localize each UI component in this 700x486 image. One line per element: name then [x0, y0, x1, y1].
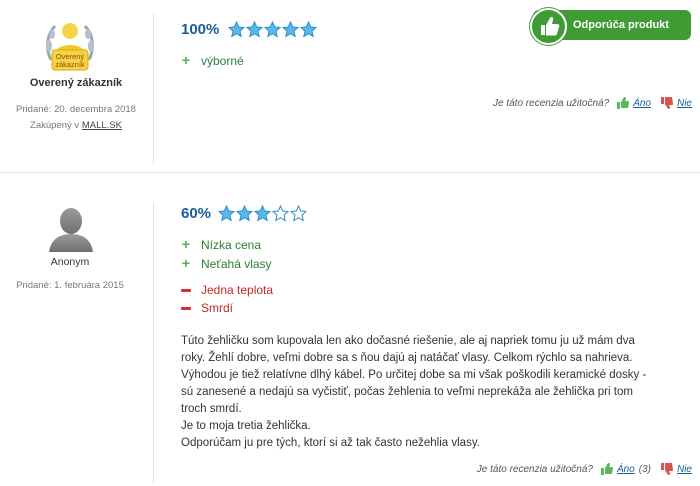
- star-filled-icon: [217, 204, 236, 222]
- star-filled-icon: [227, 20, 246, 38]
- reviewer-name: Anonym: [50, 256, 90, 268]
- con-item: Smrdí: [181, 301, 233, 315]
- review-text-line: Výhodou je tiež relatívne dlhý kábel. Po…: [181, 369, 647, 381]
- star-filled-icon: [235, 204, 254, 222]
- con-item: Jedna teplota: [181, 283, 273, 297]
- review-divider: [0, 172, 700, 173]
- plus-icon: +: [181, 236, 191, 252]
- pro-item: + Nízka cena: [181, 236, 261, 252]
- thumbs-up-icon: [530, 8, 567, 45]
- pro-item: + Neťahá vlasy: [181, 255, 272, 271]
- review-text-line: roky. Žehlí dobre, veľmi dobre sa s ňou …: [181, 352, 633, 364]
- thumbs-down-icon[interactable]: [660, 97, 673, 109]
- purchase-source: Zakúpený v MALL.SK: [0, 117, 152, 134]
- con-text: Smrdí: [201, 301, 234, 315]
- thumbs-up-icon[interactable]: [600, 463, 613, 475]
- star-rating: [227, 20, 318, 38]
- review-text-line: troch smrdí.: [181, 403, 242, 415]
- star-empty-icon: [289, 204, 308, 222]
- review-text-line: Túto žehličku som kupovala len ako dočas…: [181, 335, 635, 347]
- pro-item: + výborné: [181, 52, 244, 68]
- star-filled-icon: [245, 20, 264, 38]
- review-text: Túto žehličku som kupovala len ako dočas…: [181, 333, 651, 452]
- recommends-label: Odporúča produkt: [573, 19, 669, 31]
- con-text: Jedna teplota: [201, 283, 274, 297]
- purchase-prefix: Zakúpený v: [30, 120, 80, 131]
- plus-icon: +: [181, 255, 191, 271]
- pro-text: Nízka cena: [201, 238, 262, 252]
- vote-no-link[interactable]: Nie: [677, 464, 692, 475]
- vote-yes-link[interactable]: Áno: [633, 98, 651, 109]
- star-empty-icon: [271, 204, 290, 222]
- verified-customer-badge-icon: Overený zákazník: [43, 16, 97, 72]
- review-date: Pridané: 1. februára 2015: [16, 280, 124, 291]
- svg-text:zákazník: zákazník: [55, 60, 85, 69]
- reviewer-name: Overený zákazník: [29, 77, 123, 89]
- review-text-line: Odporúčam ju pre tých, ktorí si až tak č…: [181, 437, 480, 449]
- rating-percent: 100%: [181, 21, 220, 38]
- helpful-question: Je táto recenzia užitočná?: [476, 463, 593, 475]
- review-card: Overený zákazník Overený zákazník Pridan…: [0, 0, 700, 170]
- vote-yes-link[interactable]: Áno: [617, 464, 635, 475]
- minus-icon: [181, 289, 191, 293]
- star-filled-icon: [263, 20, 282, 38]
- vote-yes-count: (3): [638, 463, 651, 475]
- star-filled-icon: [299, 20, 318, 38]
- rating-percent: 60%: [181, 205, 212, 222]
- star-filled-icon: [281, 20, 300, 38]
- review-text-line: sú zanesené a nedajú sa vyčistiť, počas …: [181, 386, 633, 398]
- pro-text: Neťahá vlasy: [201, 257, 272, 271]
- helpful-vote: Je táto recenzia užitočná? Áno (3) Nie: [477, 463, 692, 475]
- minus-icon: [181, 307, 191, 311]
- star-rating: [217, 204, 308, 222]
- thumbs-down-icon[interactable]: [660, 463, 673, 475]
- star-filled-icon: [253, 204, 272, 222]
- pro-text: výborné: [201, 54, 244, 68]
- column-divider: [153, 14, 154, 164]
- column-divider: [153, 202, 154, 484]
- thumbs-up-icon[interactable]: [617, 97, 630, 109]
- recommends-product-badge: Odporúča produkt: [530, 8, 691, 45]
- review-card: Anonym Pridané: 1. februára 2015 60% + Ní…: [0, 178, 700, 486]
- vote-no-link[interactable]: Nie: [677, 98, 692, 109]
- anonymous-avatar-icon: [47, 204, 95, 252]
- plus-icon: +: [181, 52, 191, 68]
- store-link[interactable]: MALL.SK: [82, 120, 122, 131]
- review-text-line: Je to moja tretia žehlička.: [181, 420, 311, 432]
- helpful-question: Je táto recenzia užitočná?: [493, 97, 610, 109]
- review-date: Pridané: 20. decembra 2018: [16, 104, 136, 115]
- helpful-vote: Je táto recenzia užitočná? Áno Nie: [493, 97, 692, 109]
